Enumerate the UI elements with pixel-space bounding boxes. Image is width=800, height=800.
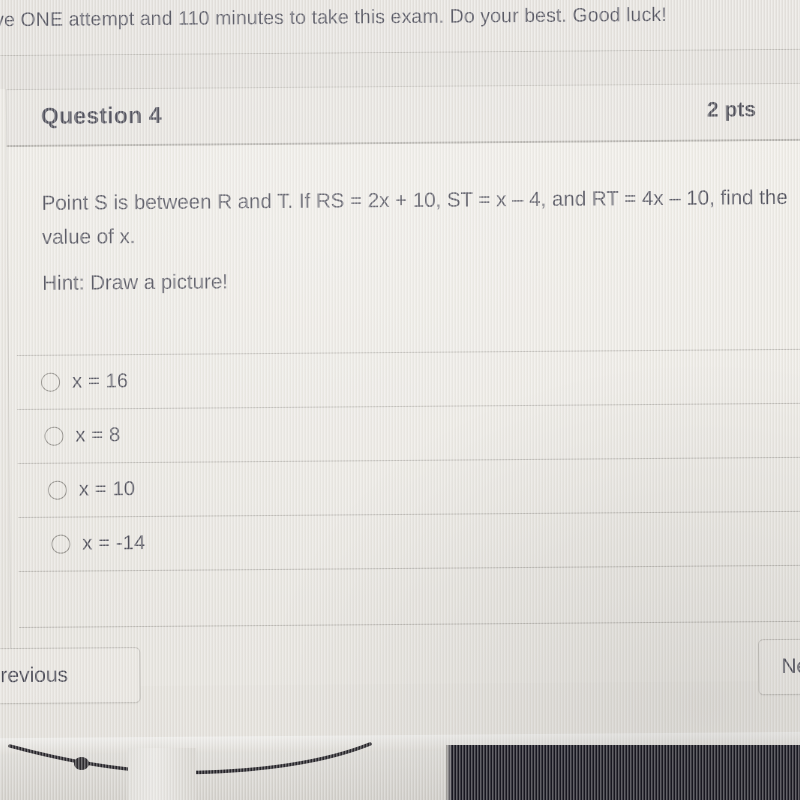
question-title: Question 4 [40, 101, 162, 129]
radio-button-icon[interactable] [51, 534, 71, 554]
options-bottom-divider [19, 620, 800, 629]
answer-option-row[interactable]: x = 10 [10, 457, 800, 518]
monitor-photo: ave ONE attempt and 110 minutes to take … [0, 0, 800, 800]
previous-button-label: Previous [0, 663, 69, 688]
dark-object-edge [446, 745, 451, 800]
question-header-bar: Question 4 2 pts [5, 82, 800, 146]
next-button[interactable]: Ne [758, 637, 800, 696]
question-hint-text: Hint: Draw a picture! [42, 270, 229, 295]
previous-button[interactable]: Previous [0, 647, 141, 705]
question-body: Point S is between R and T. If RS = 2x +… [6, 140, 800, 688]
answer-option-label: x = -14 [82, 531, 146, 555]
question-points: 2 pts [706, 98, 757, 122]
answer-option-label: x = 10 [78, 477, 136, 501]
answer-options-list: x = 16 x = 8 x = 10 x = -14 [9, 348, 800, 629]
answer-option-label: x = 16 [71, 369, 129, 393]
question-prompt-text: Point S is between R and T. If RS = 2x +… [41, 185, 788, 249]
radio-button-icon[interactable] [47, 480, 68, 500]
cable-clip [74, 757, 89, 770]
dark-object [450, 745, 800, 800]
monitor-screen: ave ONE attempt and 110 minutes to take … [0, 0, 800, 754]
answer-option-row[interactable]: x = 8 [9, 403, 800, 464]
next-button-label: Ne [781, 654, 800, 679]
radio-button-icon[interactable] [41, 372, 61, 392]
answer-option-label: x = 8 [75, 423, 121, 447]
monitor-stand [128, 748, 196, 800]
answer-option-row[interactable]: x = -14 [10, 511, 800, 572]
radio-button-icon[interactable] [44, 426, 64, 446]
answer-option-row[interactable]: x = 16 [9, 349, 800, 410]
